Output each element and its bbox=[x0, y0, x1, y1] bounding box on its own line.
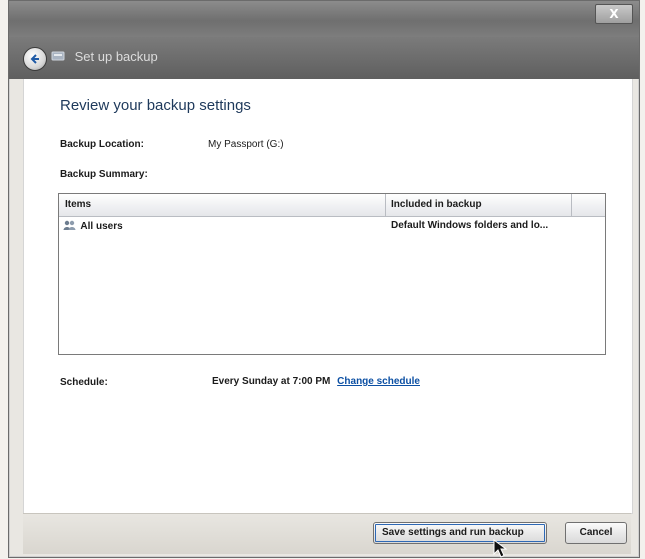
back-button[interactable] bbox=[23, 47, 47, 71]
backup-summary-label: Backup Summary: bbox=[60, 169, 148, 180]
table-row[interactable]: All users Default Windows folders and lo… bbox=[59, 218, 605, 236]
navigation-bar: Set up backup bbox=[9, 37, 639, 79]
wizard-title-text: Set up backup bbox=[74, 49, 158, 64]
set-up-backup-window: X Set up backup Review your backup setti… bbox=[8, 0, 640, 558]
backup-summary-table[interactable]: Items Included in backup All users Defau… bbox=[58, 193, 606, 355]
column-header-items[interactable]: Items bbox=[65, 199, 91, 210]
change-schedule-link[interactable]: Change schedule bbox=[337, 376, 420, 387]
backup-location-value: My Passport (G:) bbox=[208, 139, 284, 150]
backup-icon bbox=[51, 51, 65, 61]
wizard-title: Set up backup bbox=[51, 49, 158, 64]
backup-location-label: Backup Location: bbox=[60, 139, 144, 150]
table-cell-item: All users bbox=[63, 220, 123, 232]
page-title: Review your backup settings bbox=[60, 97, 251, 114]
column-divider bbox=[385, 194, 386, 216]
save-settings-and-run-backup-button[interactable]: Save settings and run backup bbox=[373, 522, 547, 544]
schedule-label: Schedule: bbox=[60, 377, 108, 388]
title-bar: X bbox=[9, 1, 639, 37]
schedule-text: Every Sunday at 7:00 PM bbox=[212, 376, 331, 387]
column-header-included[interactable]: Included in backup bbox=[391, 199, 482, 210]
schedule-value: Every Sunday at 7:00 PM Change schedule bbox=[212, 376, 420, 387]
table-header: Items Included in backup bbox=[59, 194, 605, 217]
cancel-button[interactable]: Cancel bbox=[565, 522, 627, 544]
mouse-cursor-icon bbox=[493, 539, 508, 558]
wizard-content: Review your backup settings Backup Locat… bbox=[23, 79, 633, 514]
close-button[interactable]: X bbox=[595, 4, 633, 24]
users-icon bbox=[63, 220, 76, 230]
column-divider bbox=[571, 194, 572, 216]
table-cell-included: Default Windows folders and lo... bbox=[391, 220, 549, 231]
item-name: All users bbox=[80, 221, 123, 232]
back-arrow-icon bbox=[30, 54, 39, 64]
wizard-footer: Save settings and run backup Cancel bbox=[23, 513, 631, 554]
